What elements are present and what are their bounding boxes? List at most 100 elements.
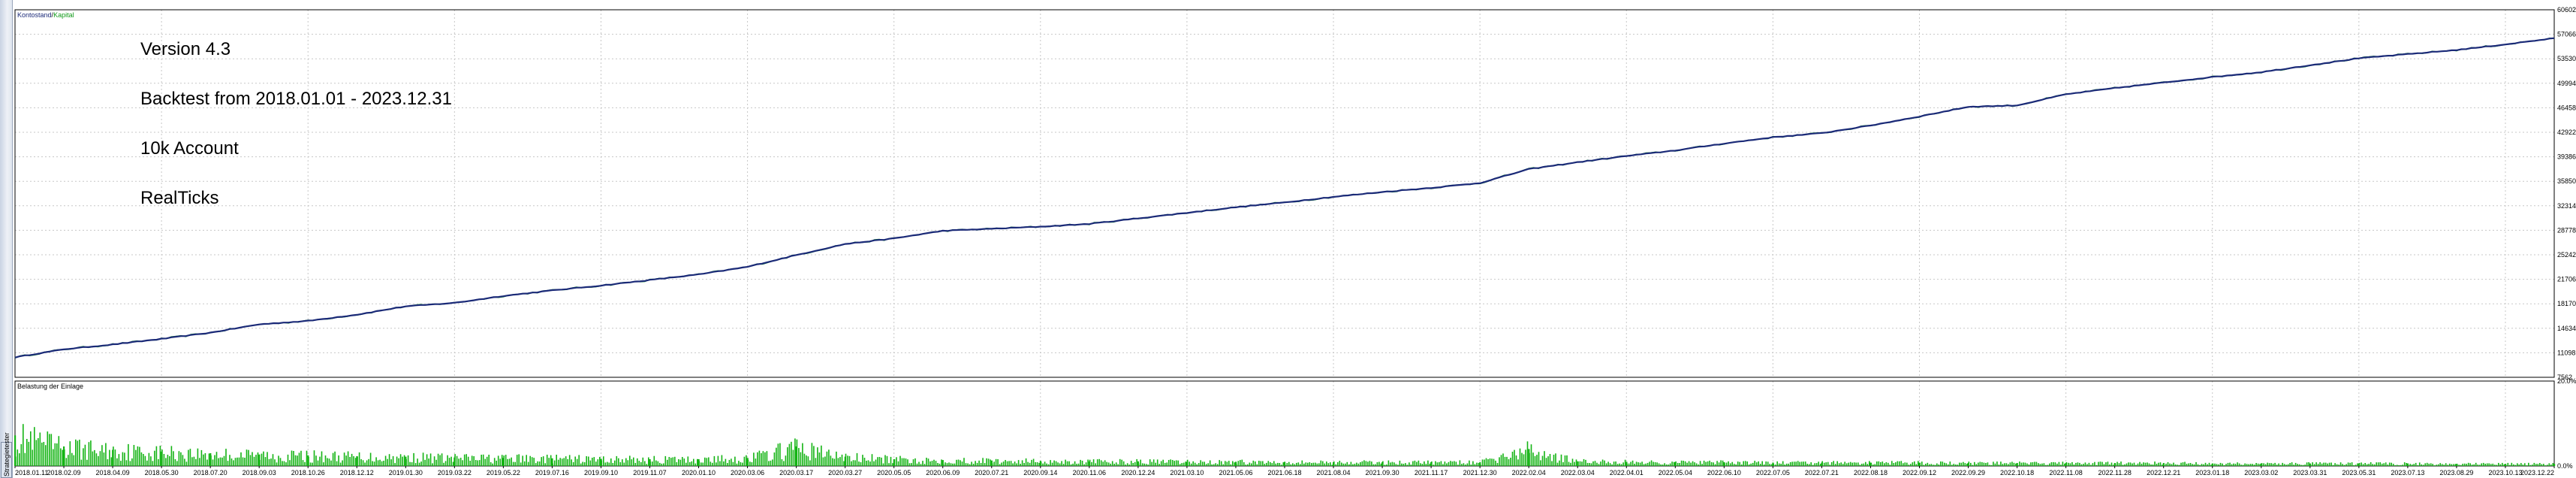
load-bar xyxy=(338,455,339,466)
load-bar xyxy=(1688,461,1690,466)
load-bar xyxy=(1989,464,1990,466)
load-bar xyxy=(208,453,210,466)
load-bar-point xyxy=(649,459,651,466)
load-bar xyxy=(1653,461,1654,466)
load-bar xyxy=(574,456,576,466)
load-bar xyxy=(219,457,221,466)
load-bar xyxy=(697,458,698,466)
load-bar-point xyxy=(1479,461,1481,466)
balance-y-tick-label: 57066 xyxy=(2557,31,2576,38)
load-bar xyxy=(1232,461,1234,466)
load-bar xyxy=(809,460,811,466)
load-bar xyxy=(1416,461,1418,466)
load-bar xyxy=(1160,461,1162,466)
load-bar xyxy=(56,443,58,466)
load-bar xyxy=(1979,461,1981,466)
x-tick-label: 2023.10.13 xyxy=(2488,469,2522,476)
load-bar xyxy=(1553,455,1555,466)
load-bar xyxy=(2041,463,2043,466)
load-bar xyxy=(1006,461,1008,466)
load-bar xyxy=(550,455,552,466)
x-tick-label: 2022.11.08 xyxy=(2049,469,2082,476)
load-bar xyxy=(1778,463,1780,466)
load-bar xyxy=(1085,462,1087,466)
load-bar xyxy=(1955,464,1957,466)
load-bar xyxy=(2047,464,2049,466)
load-bar xyxy=(206,459,208,466)
load-bar-point xyxy=(1430,461,1433,466)
load-bar xyxy=(1446,463,1448,466)
load-y-tick-label: 0.0% xyxy=(2557,462,2573,470)
load-bar xyxy=(129,461,131,466)
load-bar xyxy=(1170,459,1171,466)
load-bar xyxy=(2409,464,2411,466)
load-bar xyxy=(657,461,659,466)
load-bar-point xyxy=(1967,463,1969,466)
load-bar xyxy=(315,455,317,466)
load-bar xyxy=(653,455,655,466)
load-bar xyxy=(2324,462,2327,466)
load-bar xyxy=(1725,462,1728,466)
balance-y-tick-label: 39386 xyxy=(2557,153,2576,161)
load-bar xyxy=(1566,455,1568,466)
load-bar xyxy=(2026,463,2028,466)
load-bar xyxy=(1940,461,1942,466)
load-bar xyxy=(1912,462,1914,466)
load-bar xyxy=(670,458,672,466)
load-bar xyxy=(257,452,259,466)
load-bar xyxy=(687,456,689,466)
load-bar xyxy=(1695,463,1698,466)
x-tick-label: 2018.02.09 xyxy=(47,469,81,476)
load-bar xyxy=(2552,463,2554,466)
load-bar xyxy=(2396,464,2398,466)
load-bar xyxy=(1541,455,1544,466)
balance-series xyxy=(14,37,2555,358)
load-bar xyxy=(1683,461,1684,466)
load-bar xyxy=(712,462,713,466)
load-bar xyxy=(28,441,30,466)
load-bar-point xyxy=(1284,461,1286,466)
load-bar-point xyxy=(1137,461,1140,466)
x-tick-label: 2023.03.31 xyxy=(2293,469,2327,476)
load-bar xyxy=(1960,462,1963,466)
load-bar xyxy=(1972,464,1974,466)
load-bar xyxy=(1650,460,1653,466)
load-bar xyxy=(1185,461,1186,466)
load-bar xyxy=(1812,464,1814,466)
load-bar xyxy=(1536,455,1538,466)
load-bar xyxy=(2285,464,2287,466)
balance-y-tick-label: 46458 xyxy=(2557,104,2576,111)
load-bar xyxy=(1330,462,1331,466)
load-bar xyxy=(1038,462,1040,466)
load-bar xyxy=(336,461,338,466)
load-bar xyxy=(62,449,64,466)
load-bar xyxy=(2219,462,2222,466)
load-bar xyxy=(1194,462,1196,466)
load-bar xyxy=(691,461,693,466)
load-bar xyxy=(717,455,719,466)
load-bar xyxy=(1609,463,1611,466)
load-bar xyxy=(2259,464,2261,466)
load-bar xyxy=(1357,463,1360,466)
load-bar xyxy=(1496,462,1499,466)
load-bar xyxy=(931,461,933,466)
load-bar xyxy=(1266,462,1267,466)
load-bar xyxy=(1354,464,1356,466)
load-bar xyxy=(1442,464,1444,466)
load-bar xyxy=(892,463,893,466)
load-bar xyxy=(1668,464,1669,466)
tester-graph-window: Strategietester 60602 57066 53530 49994 4645… xyxy=(0,0,2576,478)
load-bar xyxy=(766,451,768,466)
load-bar xyxy=(2133,462,2135,466)
balance-y-tick-label: 42922 xyxy=(2557,129,2576,136)
load-bar-point xyxy=(307,455,309,466)
load-bar xyxy=(98,455,99,466)
load-bar xyxy=(1499,457,1500,466)
load-bar xyxy=(960,460,961,466)
load-bar xyxy=(798,448,800,466)
load-bar xyxy=(178,451,180,466)
load-bar xyxy=(907,459,908,466)
caption-ticks: RealTicks xyxy=(140,188,219,208)
load-bar xyxy=(1164,462,1166,466)
load-bar xyxy=(1395,464,1397,466)
